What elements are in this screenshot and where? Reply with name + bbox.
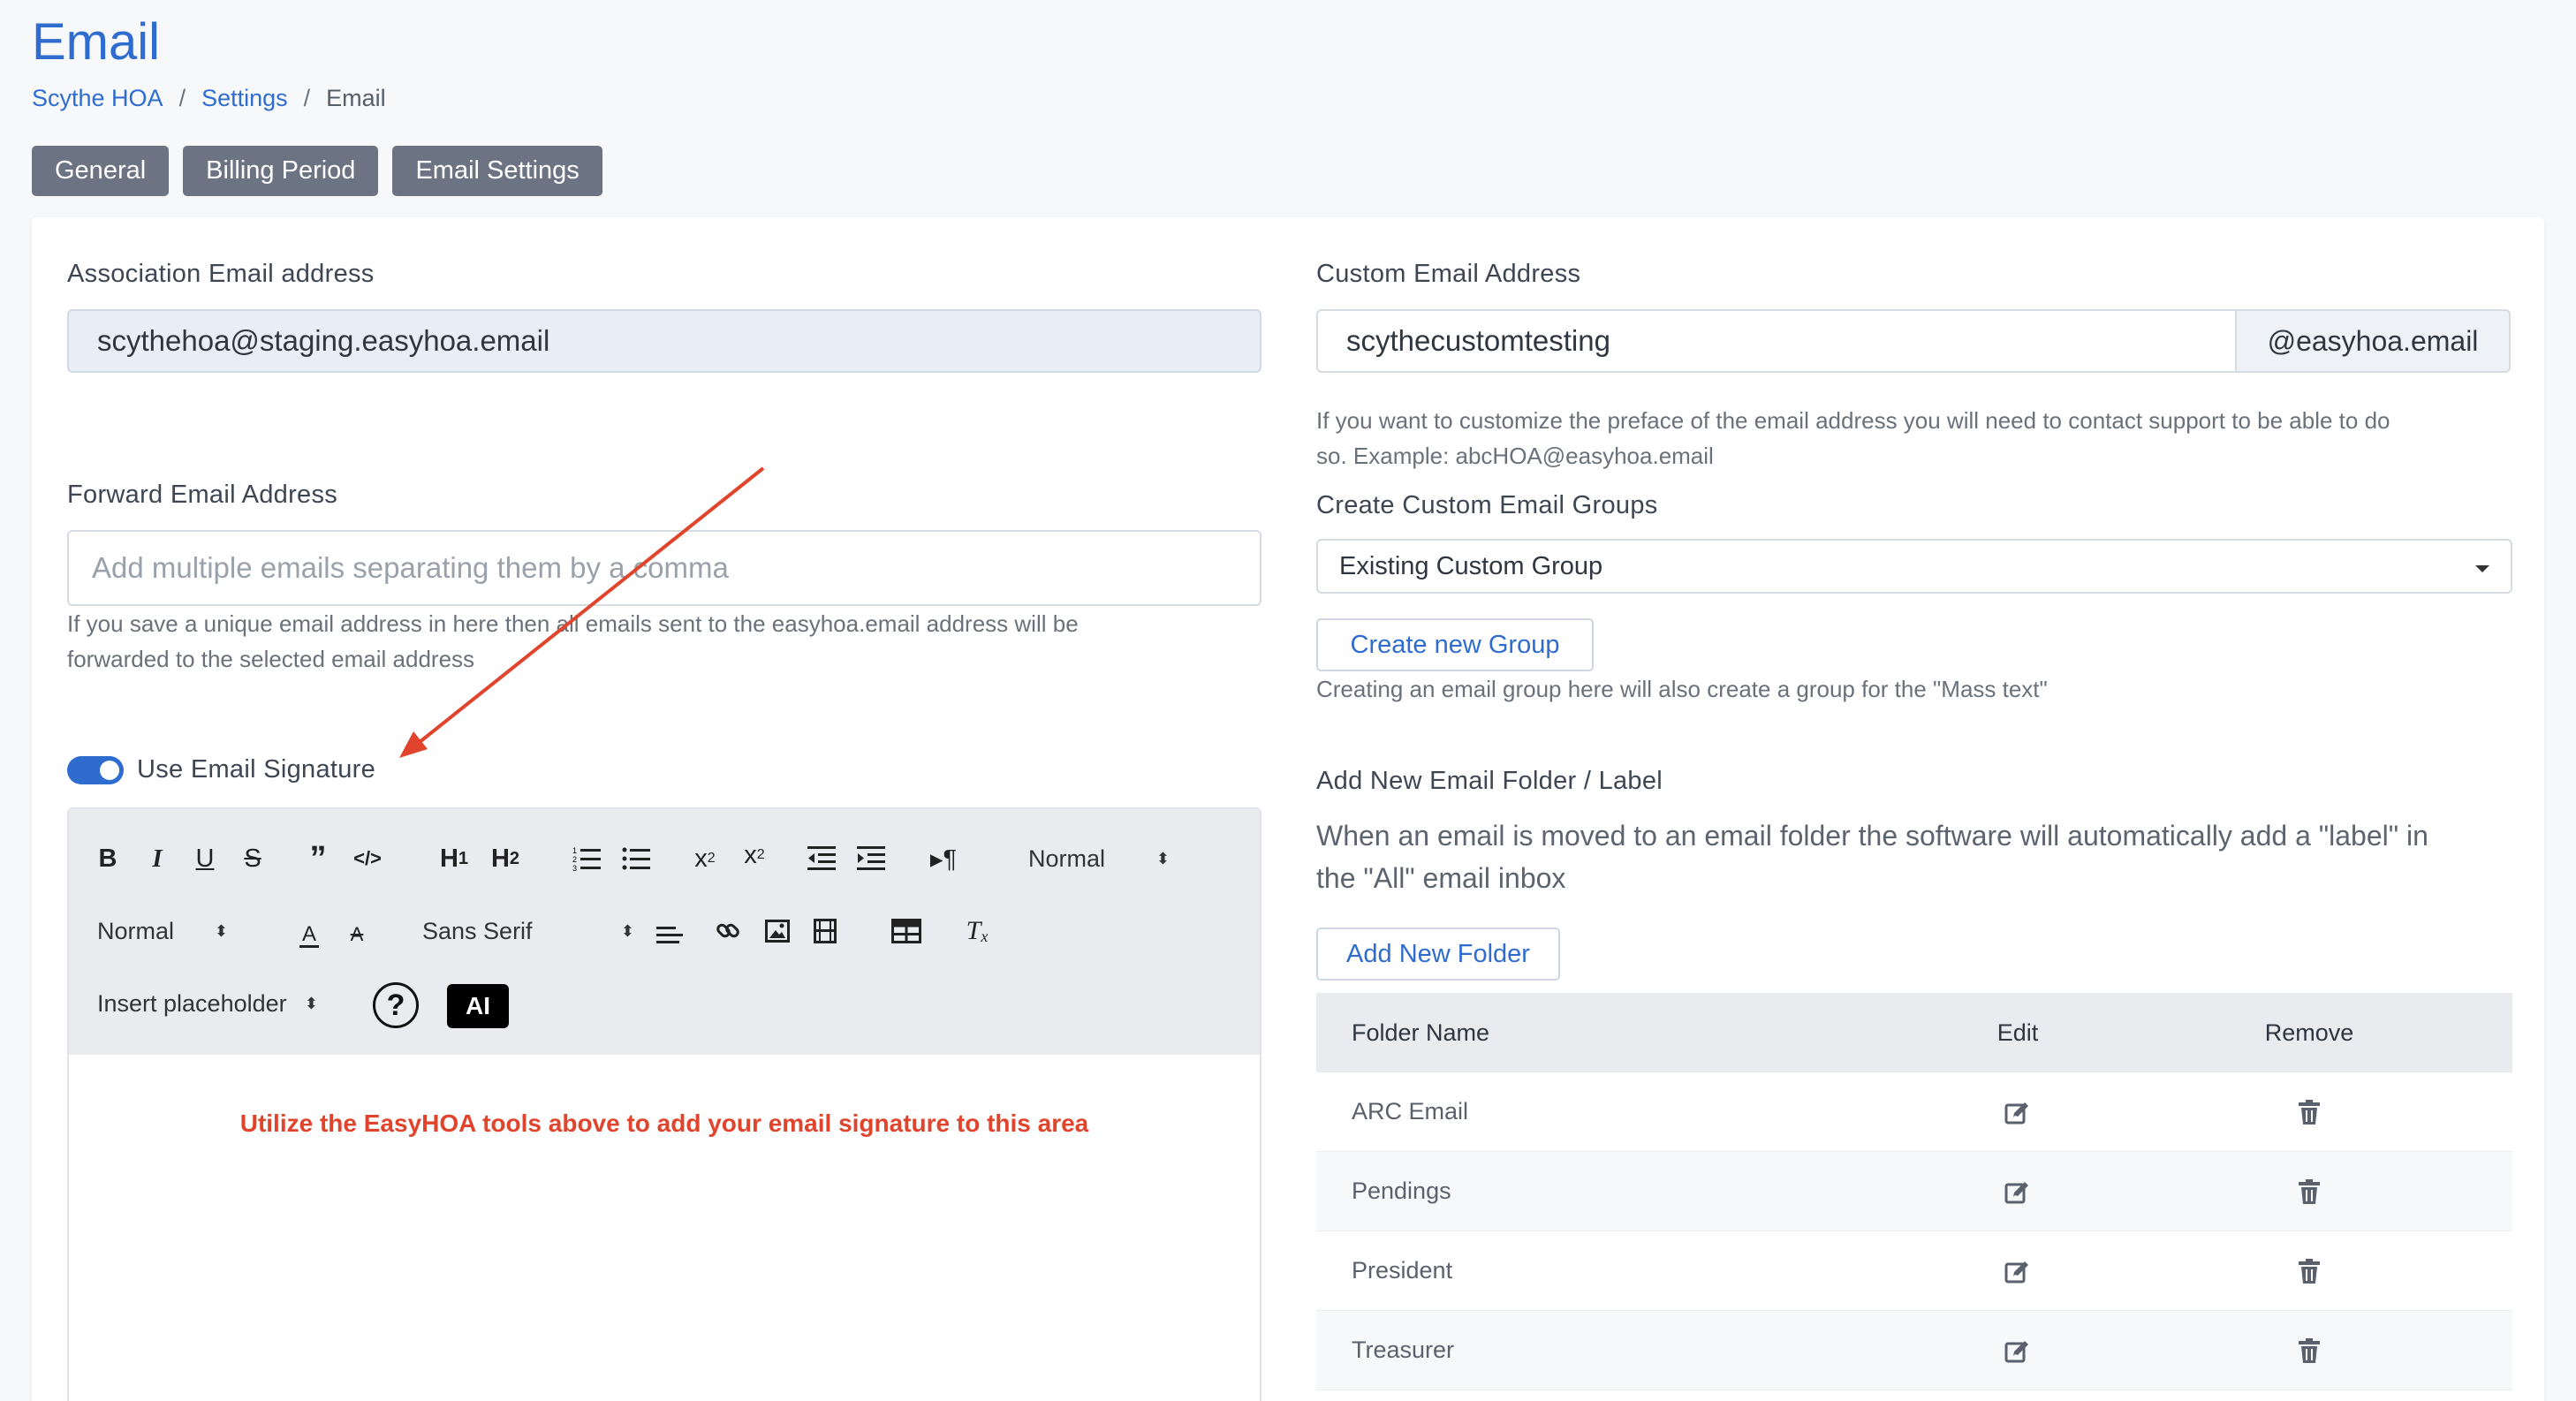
folder-label: Add New Email Folder / Label — [1316, 767, 1663, 795]
chevron-down-icon — [2475, 565, 2489, 572]
trash-icon[interactable] — [2299, 1337, 2320, 1363]
edit-icon[interactable] — [2004, 1338, 2031, 1363]
folder-description: When an email is moved to an email folde… — [1316, 814, 2428, 899]
custom-help-line: If you want to customize the preface of … — [1316, 407, 2390, 434]
custom-help-line: so. Example: abcHOA@easyhoa.email — [1316, 443, 1714, 469]
custom-groups-label: Create Custom Email Groups — [1316, 491, 1658, 519]
folder-name-cell: Pendings — [1352, 1178, 1451, 1204]
folder-desc-line: the "All" email inbox — [1316, 862, 1566, 894]
table-row: Treasurer — [1316, 1311, 2512, 1390]
table-header: Folder Name Edit Remove — [1316, 993, 2512, 1072]
folder-table: Folder Name Edit Remove ARC Email Pending… — [1316, 993, 2512, 1390]
custom-email-suffix: @easyhoa.email — [2235, 309, 2511, 373]
custom-email-input[interactable]: scythecustomtesting — [1316, 309, 2237, 373]
edit-icon[interactable] — [2004, 1259, 2031, 1284]
th-remove: Remove — [2264, 1019, 2354, 1046]
trash-icon[interactable] — [2299, 1258, 2320, 1284]
folder-name-cell: Treasurer — [1352, 1337, 1455, 1363]
create-group-button[interactable]: Create new Group — [1316, 618, 1594, 671]
folder-name-cell: President — [1352, 1257, 1453, 1284]
table-row: President — [1316, 1231, 2512, 1311]
table-row: ARC Email — [1316, 1072, 2512, 1152]
custom-email-label: Custom Email Address — [1316, 260, 1581, 288]
edit-icon[interactable] — [2004, 1100, 2031, 1125]
edit-icon[interactable] — [2004, 1179, 2031, 1204]
custom-email-help: If you want to customize the preface of … — [1316, 403, 2390, 473]
add-folder-button[interactable]: Add New Folder — [1316, 928, 1560, 981]
custom-group-select[interactable]: Existing Custom Group — [1316, 539, 2512, 594]
table-row: Pendings — [1316, 1152, 2512, 1231]
trash-icon[interactable] — [2299, 1178, 2320, 1204]
th-edit: Edit — [1996, 1019, 2039, 1046]
folder-name-cell: ARC Email — [1352, 1098, 1469, 1125]
custom-group-select-value: Existing Custom Group — [1339, 551, 1603, 580]
groups-help: Creating an email group here will also c… — [1316, 676, 2048, 702]
trash-icon[interactable] — [2299, 1099, 2320, 1125]
folder-desc-line: When an email is moved to an email folde… — [1316, 820, 2428, 852]
th-folder-name: Folder Name — [1352, 1019, 1490, 1046]
